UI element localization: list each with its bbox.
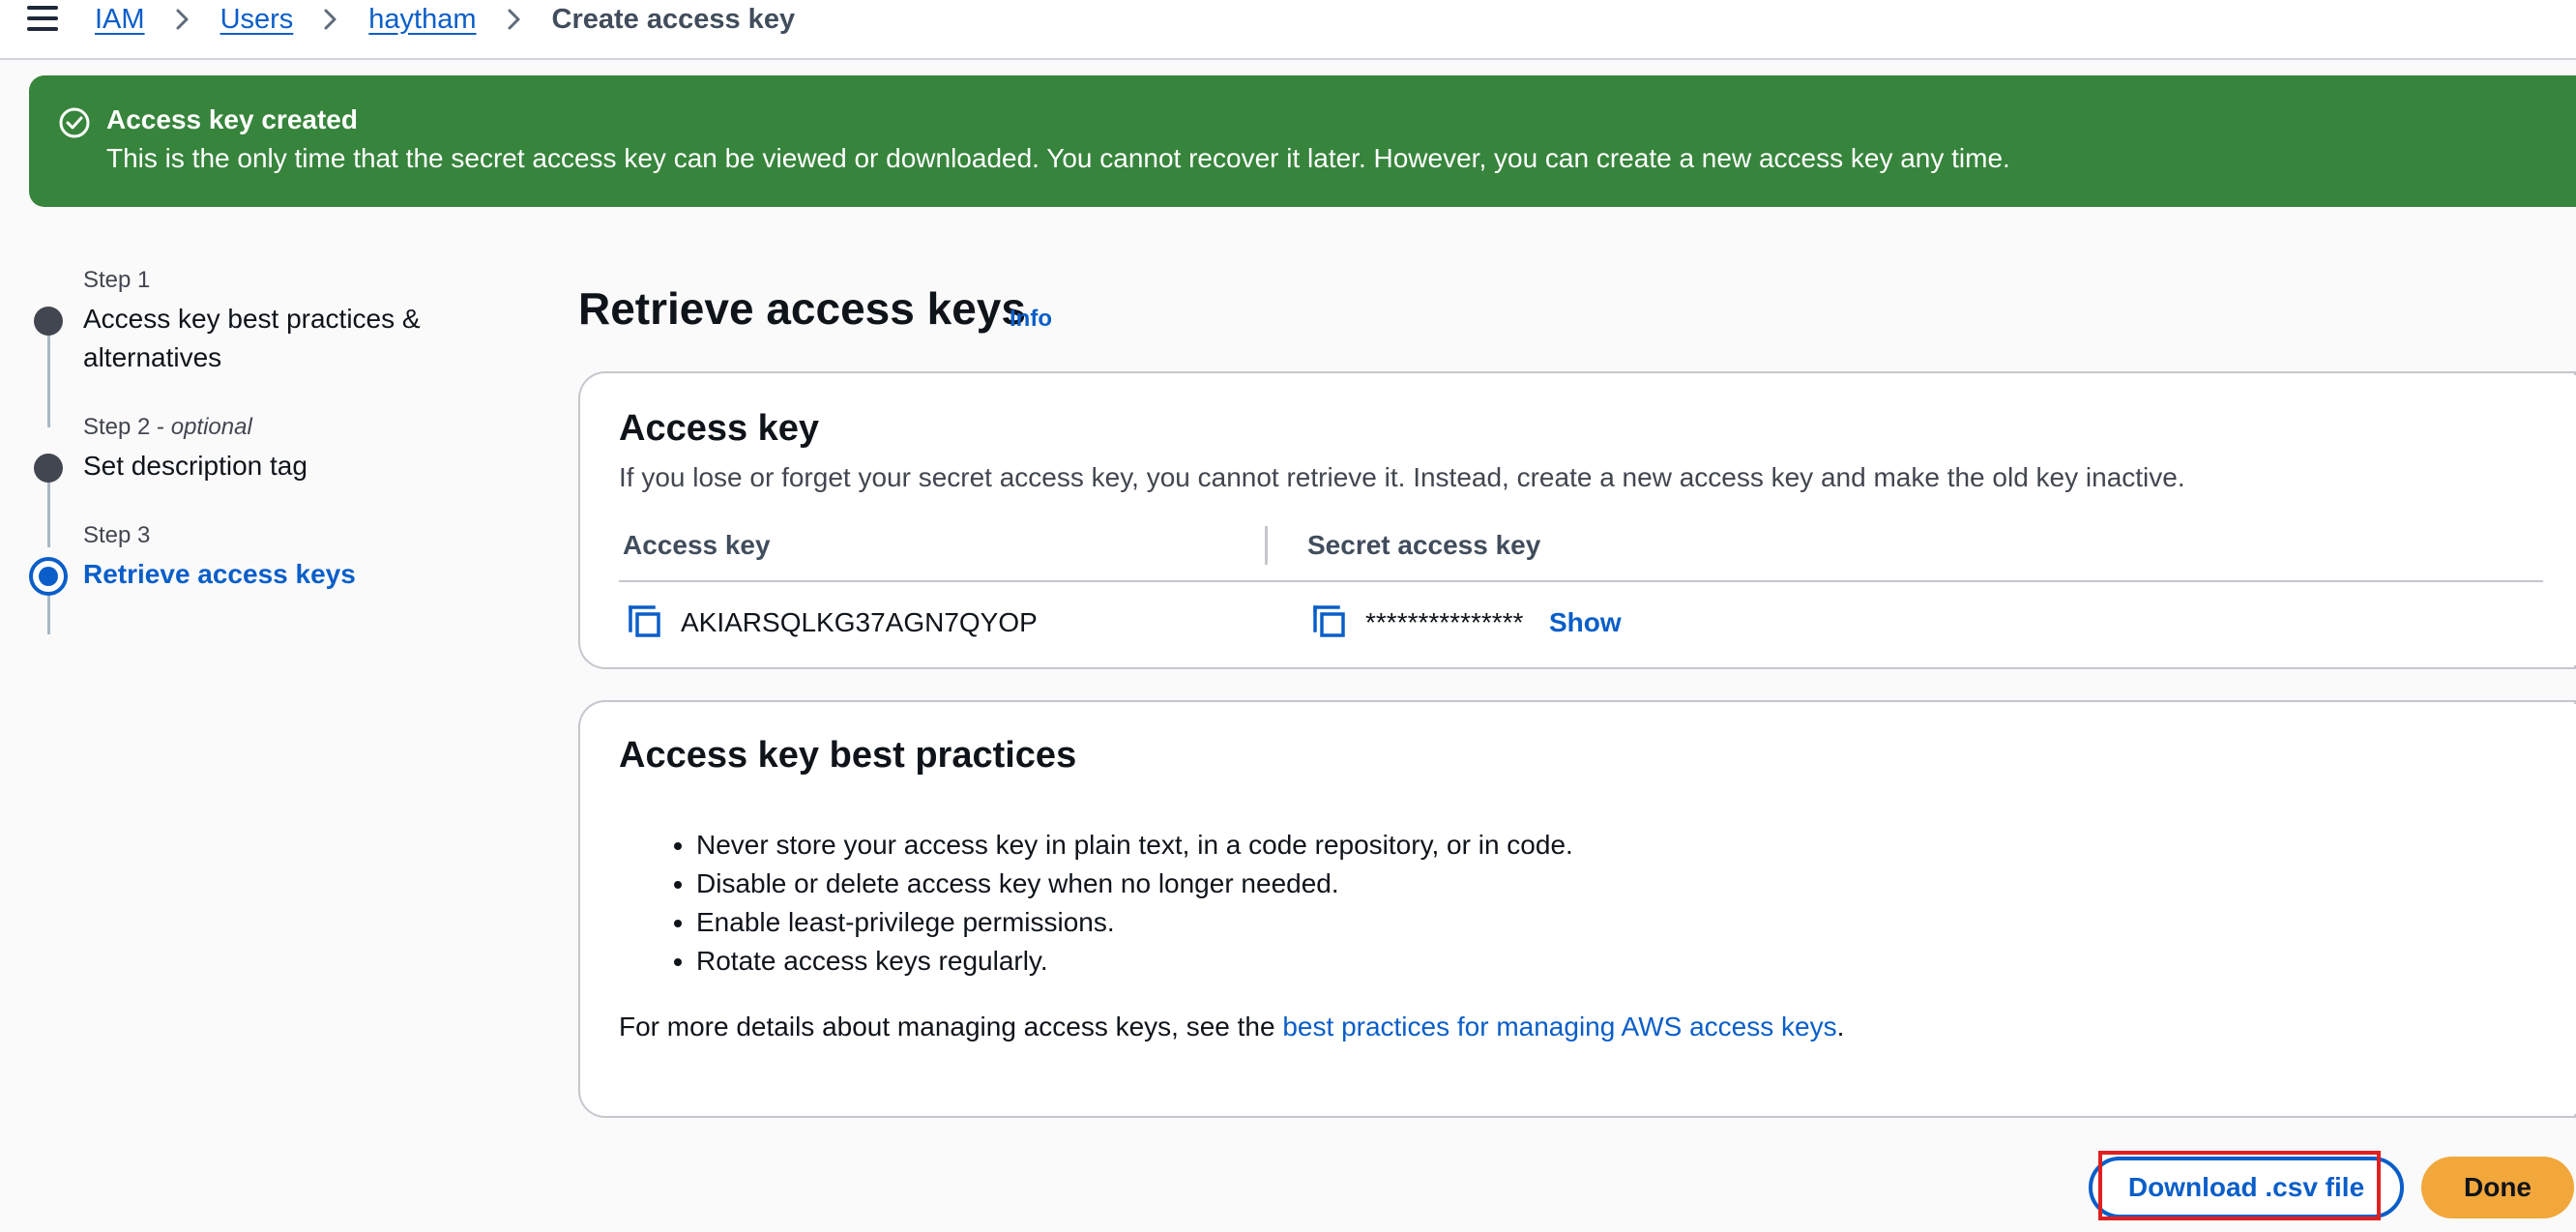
step-2-optional: optional xyxy=(170,414,252,440)
chevron-right-icon xyxy=(508,9,520,30)
header-divider xyxy=(619,580,2543,582)
check-circle-icon xyxy=(59,107,90,138)
list-item: Rotate access keys regularly. xyxy=(696,942,1573,981)
breadcrumb-iam[interactable]: IAM xyxy=(95,4,145,36)
breadcrumb-users[interactable]: Users xyxy=(220,4,294,36)
secret-key-column-header: Secret access key xyxy=(1307,530,1541,560)
access-key-panel-description: If you lose or forget your secret access… xyxy=(619,462,2185,492)
menu-icon[interactable] xyxy=(27,4,60,33)
success-flash-banner: Access key created This is the only time… xyxy=(29,75,2576,207)
step-2-number: Step 2 - optional xyxy=(83,414,252,440)
column-divider xyxy=(1265,526,1268,565)
breadcrumb: IAM Users haytham Create access key xyxy=(95,0,795,39)
copy-icon[interactable] xyxy=(627,603,663,640)
step-3-number: Step 3 xyxy=(83,522,151,548)
info-link[interactable]: Info xyxy=(1010,306,1052,333)
list-item: Disable or delete access key when no lon… xyxy=(696,865,1573,903)
step-1-completed-dot xyxy=(34,307,63,336)
page-title: Retrieve access keys xyxy=(578,283,1026,334)
access-key-panel: Access key If you lose or forget your se… xyxy=(578,371,2576,669)
step-3-title: Retrieve access keys xyxy=(83,559,356,589)
breadcrumb-current: Create access key xyxy=(551,3,796,35)
download-csv-button[interactable]: Download .csv file xyxy=(2089,1157,2404,1218)
step-1-number: Step 1 xyxy=(83,267,151,293)
step-2-completed-dot xyxy=(34,454,63,483)
chevron-right-icon xyxy=(176,9,189,30)
step-1-title[interactable]: Access key best practices & alternatives xyxy=(83,300,470,377)
more-details-prefix: For more details about managing access k… xyxy=(619,1012,1283,1041)
list-item: Enable least-privilege permissions. xyxy=(696,903,1573,942)
more-details-suffix: . xyxy=(1836,1012,1845,1041)
step-3-active-dot xyxy=(29,557,68,596)
show-secret-key-link[interactable]: Show xyxy=(1549,607,1622,638)
copy-icon[interactable] xyxy=(1311,603,1348,640)
access-key-panel-header: Access key xyxy=(619,408,820,449)
best-practices-link[interactable]: best practices for managing AWS access k… xyxy=(1282,1012,1836,1041)
flash-message: This is the only time that the secret ac… xyxy=(106,143,2010,173)
chevron-right-icon xyxy=(324,9,337,30)
flash-title: Access key created xyxy=(106,104,358,134)
step-2-title[interactable]: Set description tag xyxy=(83,447,470,485)
access-key-value: AKIARSQLKG37AGN7QYOP xyxy=(681,607,1038,637)
top-navigation-bar: IAM Users haytham Create access key xyxy=(0,0,2576,60)
step-2-number-text: Step 2 xyxy=(83,414,151,440)
breadcrumb-user-haytham[interactable]: haytham xyxy=(368,4,476,36)
done-button[interactable]: Done xyxy=(2421,1157,2574,1218)
best-practices-panel: Access key best practices Never store yo… xyxy=(578,700,2576,1118)
more-details-text: For more details about managing access k… xyxy=(619,1012,1844,1042)
best-practices-header: Access key best practices xyxy=(619,735,1077,776)
access-key-column-header: Access key xyxy=(623,530,771,560)
secret-key-masked-value: *************** xyxy=(1365,607,1524,637)
step-connector xyxy=(47,321,50,427)
list-item: Never store your access key in plain tex… xyxy=(696,826,1573,865)
best-practices-list: Never store your access key in plain tex… xyxy=(619,826,1573,981)
